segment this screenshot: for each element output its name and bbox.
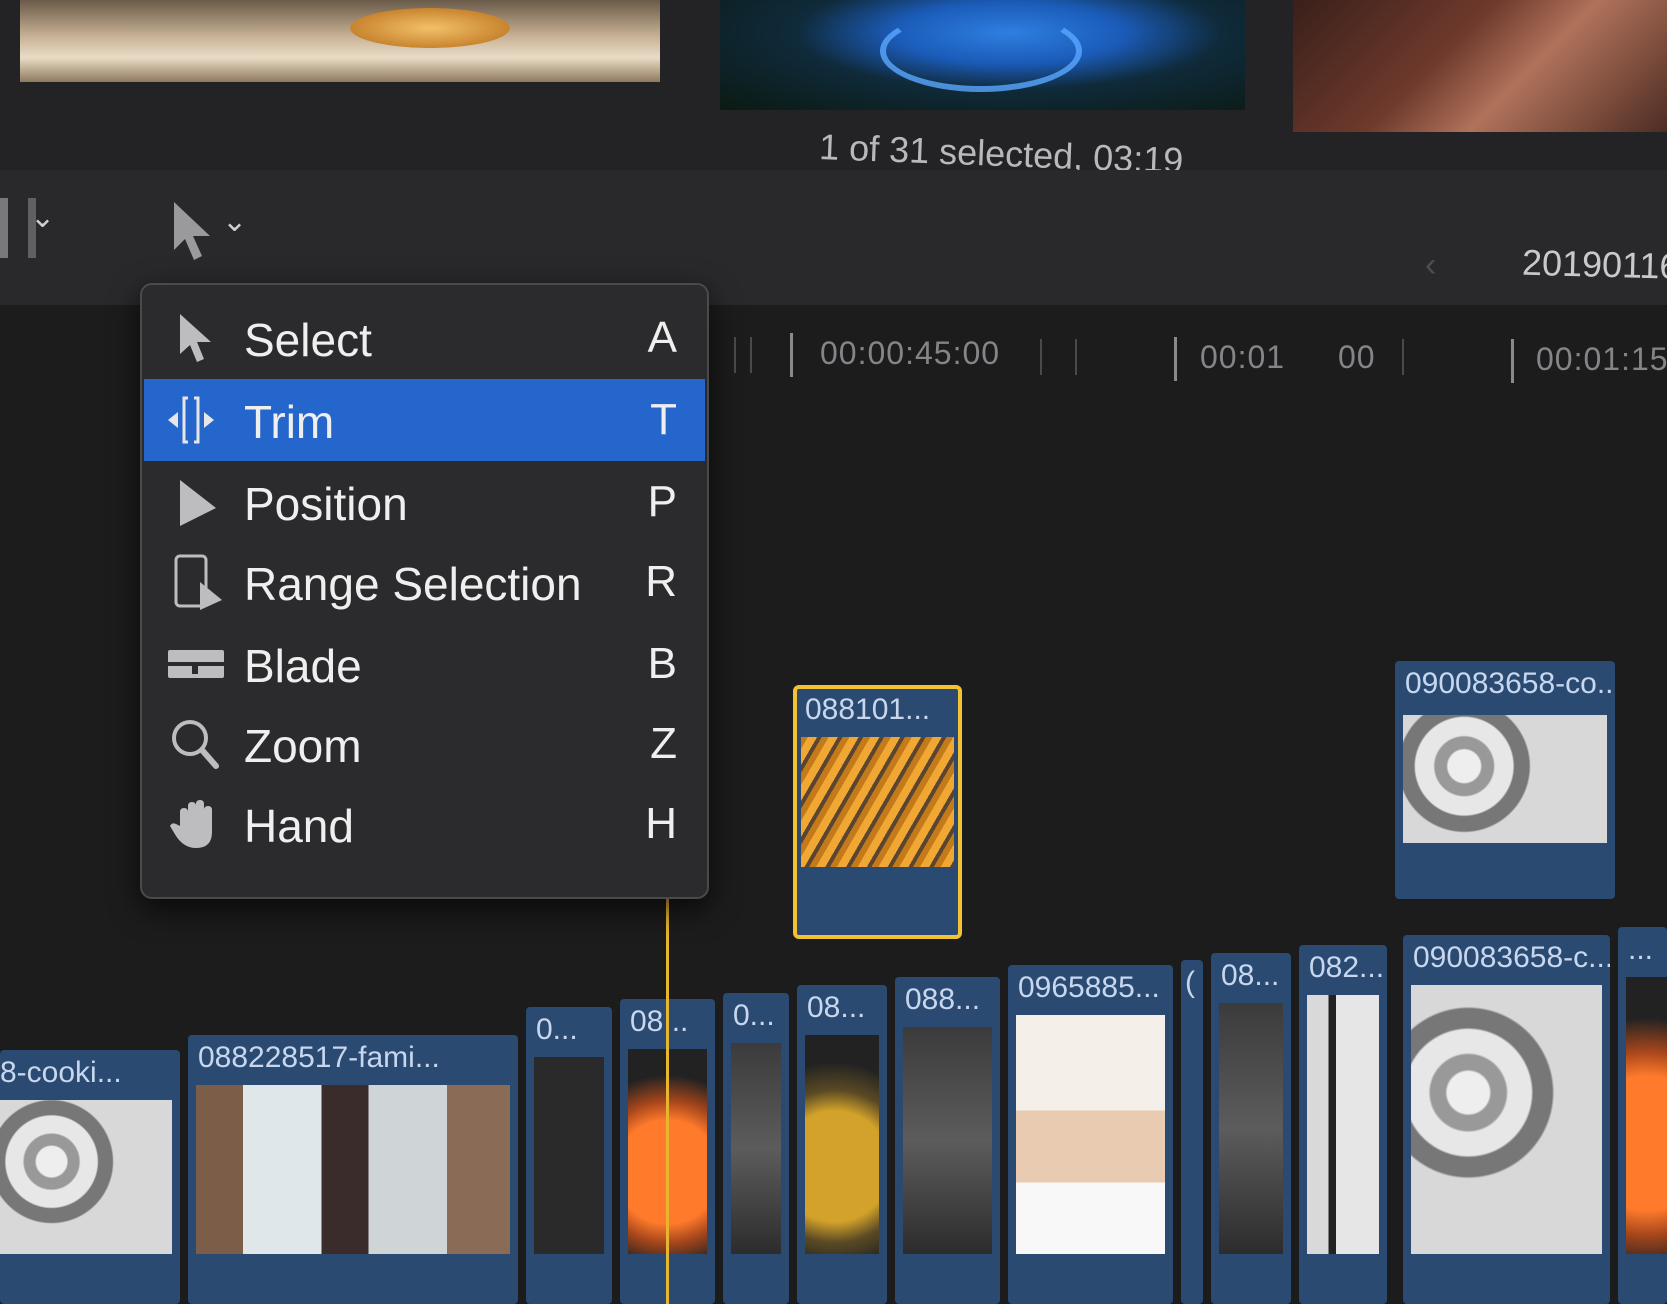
clip-name: ( bbox=[1185, 966, 1195, 999]
storyline-clip[interactable]: 0965885... bbox=[1008, 965, 1173, 1304]
menu-item-hand[interactable]: Hand H bbox=[144, 783, 705, 865]
menu-item-shortcut: Z bbox=[650, 719, 677, 768]
clip-name: 088... bbox=[905, 983, 981, 1016]
storyline-clip[interactable]: 08... bbox=[797, 985, 887, 1304]
storyline-clip[interactable]: 082... bbox=[1299, 945, 1387, 1304]
chevron-down-icon[interactable]: ⌄ bbox=[30, 200, 55, 235]
storyline-clip[interactable]: 0... bbox=[526, 1007, 612, 1304]
storyline-clip[interactable]: 0... bbox=[723, 993, 789, 1304]
ruler-label: 00 bbox=[1338, 339, 1376, 375]
magnifier-icon bbox=[172, 720, 219, 769]
ruler-label: 00:01:15:0 bbox=[1536, 341, 1667, 377]
clip-name: 0... bbox=[536, 1013, 578, 1046]
clip-thumbnail bbox=[1403, 715, 1607, 843]
storyline-clip[interactable]: 08... bbox=[1211, 953, 1291, 1304]
ruler-tick bbox=[790, 333, 793, 377]
clip-thumbnail bbox=[1016, 1015, 1165, 1254]
project-name: 20190116_ bbox=[1521, 241, 1667, 288]
clip-thumbnail bbox=[801, 737, 954, 867]
connected-clip[interactable]: 088101... bbox=[793, 685, 962, 939]
browser-strip: 1 of 31 selected, 03:19 bbox=[0, 0, 1667, 181]
storyline-clip[interactable]: 090083658-c... bbox=[1403, 935, 1610, 1304]
menu-item-blade[interactable]: Blade B bbox=[144, 623, 705, 705]
range-selection-icon bbox=[174, 554, 222, 610]
clip-thumbnail bbox=[196, 1085, 510, 1254]
clip-name: 088228517-fami... bbox=[198, 1041, 440, 1074]
browser-clip-thumbnail[interactable] bbox=[1293, 0, 1667, 132]
storyline-clip[interactable]: 088228517-fami... bbox=[188, 1035, 518, 1304]
clip-thumbnail bbox=[903, 1027, 992, 1254]
menu-item-position[interactable]: Position P bbox=[144, 461, 705, 543]
blade-icon bbox=[168, 650, 224, 678]
clip-name: 0... bbox=[733, 999, 775, 1032]
ruler-tick bbox=[734, 337, 736, 373]
ruler-label: 00:01 bbox=[1200, 339, 1286, 375]
clip-name: 090083658-co... bbox=[1405, 667, 1615, 700]
arrow-tool-icon[interactable] bbox=[170, 200, 216, 262]
menu-item-shortcut: A bbox=[647, 313, 677, 362]
menu-item-shortcut: P bbox=[647, 477, 677, 526]
arrow-icon bbox=[180, 314, 211, 362]
menu-item-shortcut: R bbox=[645, 557, 677, 606]
storyline-clip[interactable]: 088... bbox=[895, 977, 1000, 1304]
clip-name: ... bbox=[1628, 933, 1654, 966]
storyline-clip[interactable]: ( bbox=[1181, 960, 1203, 1304]
browser-clip-thumbnail[interactable] bbox=[20, 0, 660, 82]
clip-thumbnail bbox=[534, 1057, 604, 1254]
clip-thumbnail bbox=[1307, 995, 1379, 1254]
clip-name: 090083658-c... bbox=[1413, 941, 1610, 974]
clip-thumbnail bbox=[1219, 1003, 1283, 1254]
ruler-tick bbox=[750, 337, 752, 373]
ruler-tick bbox=[1075, 339, 1077, 375]
storyline-clip[interactable]: 8-cooki... bbox=[0, 1050, 180, 1304]
menu-item-label: Hand bbox=[244, 800, 354, 852]
menu-item-label: Range Selection bbox=[244, 558, 582, 610]
menu-item-label: Blade bbox=[244, 640, 362, 692]
back-icon[interactable]: ‹ bbox=[1425, 246, 1436, 285]
clip-thumbnail bbox=[805, 1035, 879, 1254]
menu-item-zoom[interactable]: Zoom Z bbox=[144, 703, 705, 785]
chevron-down-icon[interactable]: ⌄ bbox=[222, 204, 247, 239]
menu-item-label: Select bbox=[244, 314, 372, 366]
clip-name: 082... bbox=[1309, 951, 1385, 984]
clip-name: 08... bbox=[807, 991, 866, 1024]
clip-name: 08... bbox=[1221, 959, 1280, 992]
clip-name: 08... bbox=[630, 1005, 689, 1038]
menu-item-shortcut: H bbox=[645, 799, 677, 848]
menu-item-label: Position bbox=[244, 478, 408, 530]
menu-item-label: Trim bbox=[244, 396, 335, 448]
tools-menu: Select A Trim T Position P Range Selecti… bbox=[140, 283, 709, 899]
connected-clip[interactable]: 090083658-co... bbox=[1395, 661, 1615, 899]
hand-icon bbox=[170, 800, 212, 848]
ruler-tick bbox=[1040, 339, 1042, 375]
storyline-clip[interactable]: ... bbox=[1618, 927, 1667, 1304]
menu-item-range-selection[interactable]: Range Selection R bbox=[144, 541, 705, 623]
ruler-tick bbox=[1511, 339, 1514, 383]
clip-thumbnail bbox=[1411, 985, 1602, 1254]
menu-item-shortcut: T bbox=[650, 395, 677, 444]
clip-thumbnail bbox=[0, 1100, 172, 1254]
clip-name: 0965885... bbox=[1018, 971, 1160, 1004]
clip-thumbnail bbox=[731, 1043, 781, 1254]
trim-icon bbox=[168, 396, 214, 444]
browser-clip-thumbnail[interactable] bbox=[720, 0, 1245, 110]
position-arrow-icon bbox=[180, 480, 216, 526]
clip-thumbnail bbox=[1626, 977, 1667, 1254]
menu-item-trim[interactable]: Trim T bbox=[144, 379, 705, 461]
clip-name: 088101... bbox=[805, 693, 931, 726]
menu-item-shortcut: B bbox=[647, 639, 677, 688]
menu-item-label: Zoom bbox=[244, 720, 362, 772]
ruler-tick bbox=[1174, 337, 1177, 381]
clip-name: 8-cooki... bbox=[0, 1056, 122, 1089]
ruler-label: 00:00:45:00 bbox=[820, 335, 1001, 371]
ruler-tick bbox=[1402, 339, 1404, 375]
menu-item-select[interactable]: Select A bbox=[144, 297, 705, 379]
playhead[interactable] bbox=[666, 860, 669, 1304]
